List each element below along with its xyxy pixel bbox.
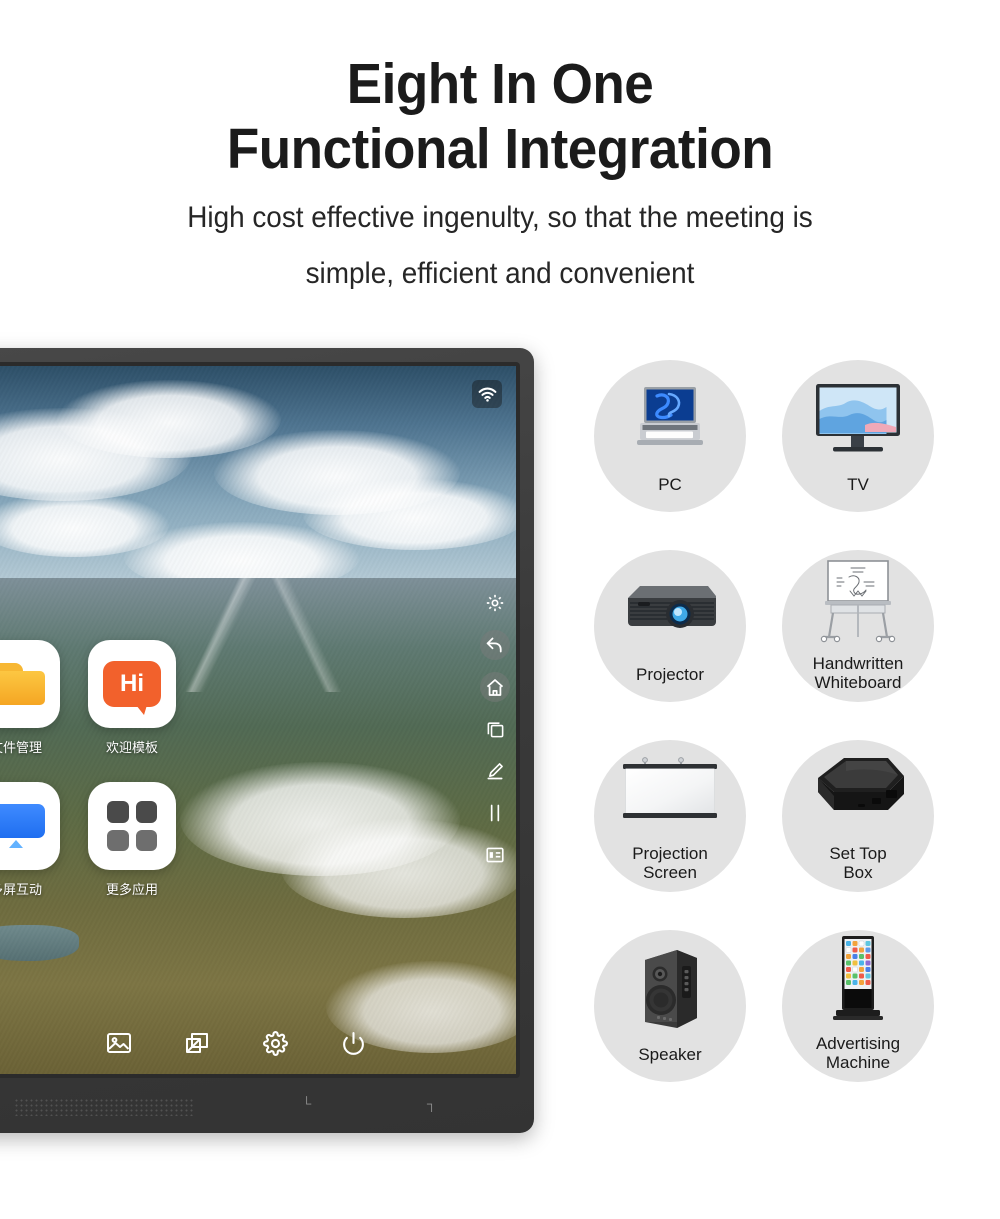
feature-label-line2: Machine (825, 1052, 891, 1072)
feature-label: Advertising Machine (770, 1034, 946, 1072)
feature-item-projector[interactable]: Projector (594, 550, 746, 702)
app-item-welcome-template[interactable]: Hi 欢迎模板 (88, 640, 176, 756)
feature-label: Projection Screen (582, 844, 758, 882)
app-grid-icon (88, 782, 176, 870)
bottom-toolbar (104, 1028, 368, 1058)
whiteboard-easel-icon (782, 558, 934, 643)
feature-item-handwritten-whiteboard[interactable]: Handwritten Whiteboard (782, 550, 934, 702)
feature-item-set-top-box[interactable]: Set Top Box (782, 740, 934, 892)
app-label: 多屏互动 (0, 882, 42, 897)
display-bezel: 文件管理 Hi 欢迎模板 (0, 348, 534, 1133)
laptop-icon (594, 374, 746, 462)
home-icon[interactable] (480, 672, 510, 702)
feature-item-speaker[interactable]: Speaker (594, 930, 746, 1082)
screen-cast-icon (0, 782, 60, 870)
app-row: 多屏互动 更多应用 (0, 782, 272, 898)
screen-share-icon[interactable] (182, 1028, 212, 1058)
feature-label-line2: Box (843, 862, 873, 882)
feature-label-line1: Advertising (815, 1033, 901, 1053)
page-title-line2: Functional Integration (226, 116, 774, 181)
gallery-image-icon[interactable] (104, 1028, 134, 1058)
gear-icon[interactable] (480, 588, 510, 618)
hi-bubble-icon: Hi (88, 640, 176, 728)
back-arrow-icon[interactable] (480, 630, 510, 660)
chin-mark-left: └ (302, 1096, 312, 1111)
tools-icon[interactable] (480, 798, 510, 828)
feature-label-line1: Set Top (829, 843, 887, 863)
page-title-line1: Eight In One (346, 52, 654, 116)
set-top-box-icon (782, 748, 934, 832)
feature-label: Projector (635, 664, 705, 684)
display-inner-frame: 文件管理 Hi 欢迎模板 (0, 362, 520, 1078)
page-subtitle-line2: simple, efficient and convenient (305, 256, 695, 290)
feature-label: Speaker (638, 1044, 702, 1064)
folder-icon (0, 640, 60, 728)
feature-label: PC (658, 474, 682, 494)
feature-item-advertising-machine[interactable]: Advertising Machine (782, 930, 934, 1082)
app-item-multiscreen[interactable]: 多屏互动 (0, 782, 60, 898)
feature-label-line1: Handwritten (812, 653, 904, 673)
feature-label: Set Top Box (770, 844, 946, 882)
app-label: 欢迎模板 (105, 740, 158, 755)
app-label: 文件管理 (0, 740, 42, 755)
feature-item-pc[interactable]: PC (594, 360, 746, 512)
projection-screen-icon (594, 748, 746, 832)
page-subtitle-line1: High cost effective ingenulty, so that t… (187, 200, 813, 234)
feature-label: TV (847, 474, 869, 494)
display-chin: └ ┐ (0, 1084, 520, 1132)
display-screen: 文件管理 Hi 欢迎模板 (0, 366, 516, 1074)
sidebar-panel-icon[interactable] (480, 840, 510, 870)
feature-label: Handwritten Whiteboard (770, 654, 946, 692)
wifi-icon[interactable] (472, 380, 502, 408)
monitor-icon (782, 374, 934, 462)
interactive-flat-panel: 文件管理 Hi 欢迎模板 (0, 340, 538, 1140)
feature-label-line2: Screen (643, 862, 697, 882)
recent-apps-icon[interactable] (480, 714, 510, 744)
feature-item-projection-screen[interactable]: Projection Screen (594, 740, 746, 892)
power-icon[interactable] (338, 1028, 368, 1058)
side-toolbar (480, 588, 510, 870)
app-label: 更多应用 (105, 882, 158, 897)
pen-annotate-icon[interactable] (480, 756, 510, 786)
feature-item-tv[interactable]: TV (782, 360, 934, 512)
feature-icon-grid: PC TV Projector Handwritten Whiteboard P… (594, 360, 986, 1082)
projector-icon (594, 564, 746, 652)
page-header: Eight In One Functional Integration High… (0, 0, 1000, 293)
speaker-icon (594, 944, 746, 1032)
app-item-more-apps[interactable]: 更多应用 (88, 782, 176, 898)
digital-signage-icon (782, 936, 934, 1022)
chin-mark-right: ┐ (427, 1096, 437, 1111)
app-item-file-manager[interactable]: 文件管理 (0, 640, 60, 756)
app-grid: 文件管理 Hi 欢迎模板 (0, 640, 272, 924)
speaker-grille (14, 1098, 194, 1116)
feature-label-line1: Projection (632, 843, 708, 863)
app-row: 文件管理 Hi 欢迎模板 (0, 640, 272, 756)
feature-label-line2: Whiteboard (814, 672, 902, 692)
hi-bubble-text: Hi (103, 661, 161, 715)
content-stage: 文件管理 Hi 欢迎模板 (0, 340, 1000, 1160)
settings-gear-icon[interactable] (260, 1028, 290, 1058)
